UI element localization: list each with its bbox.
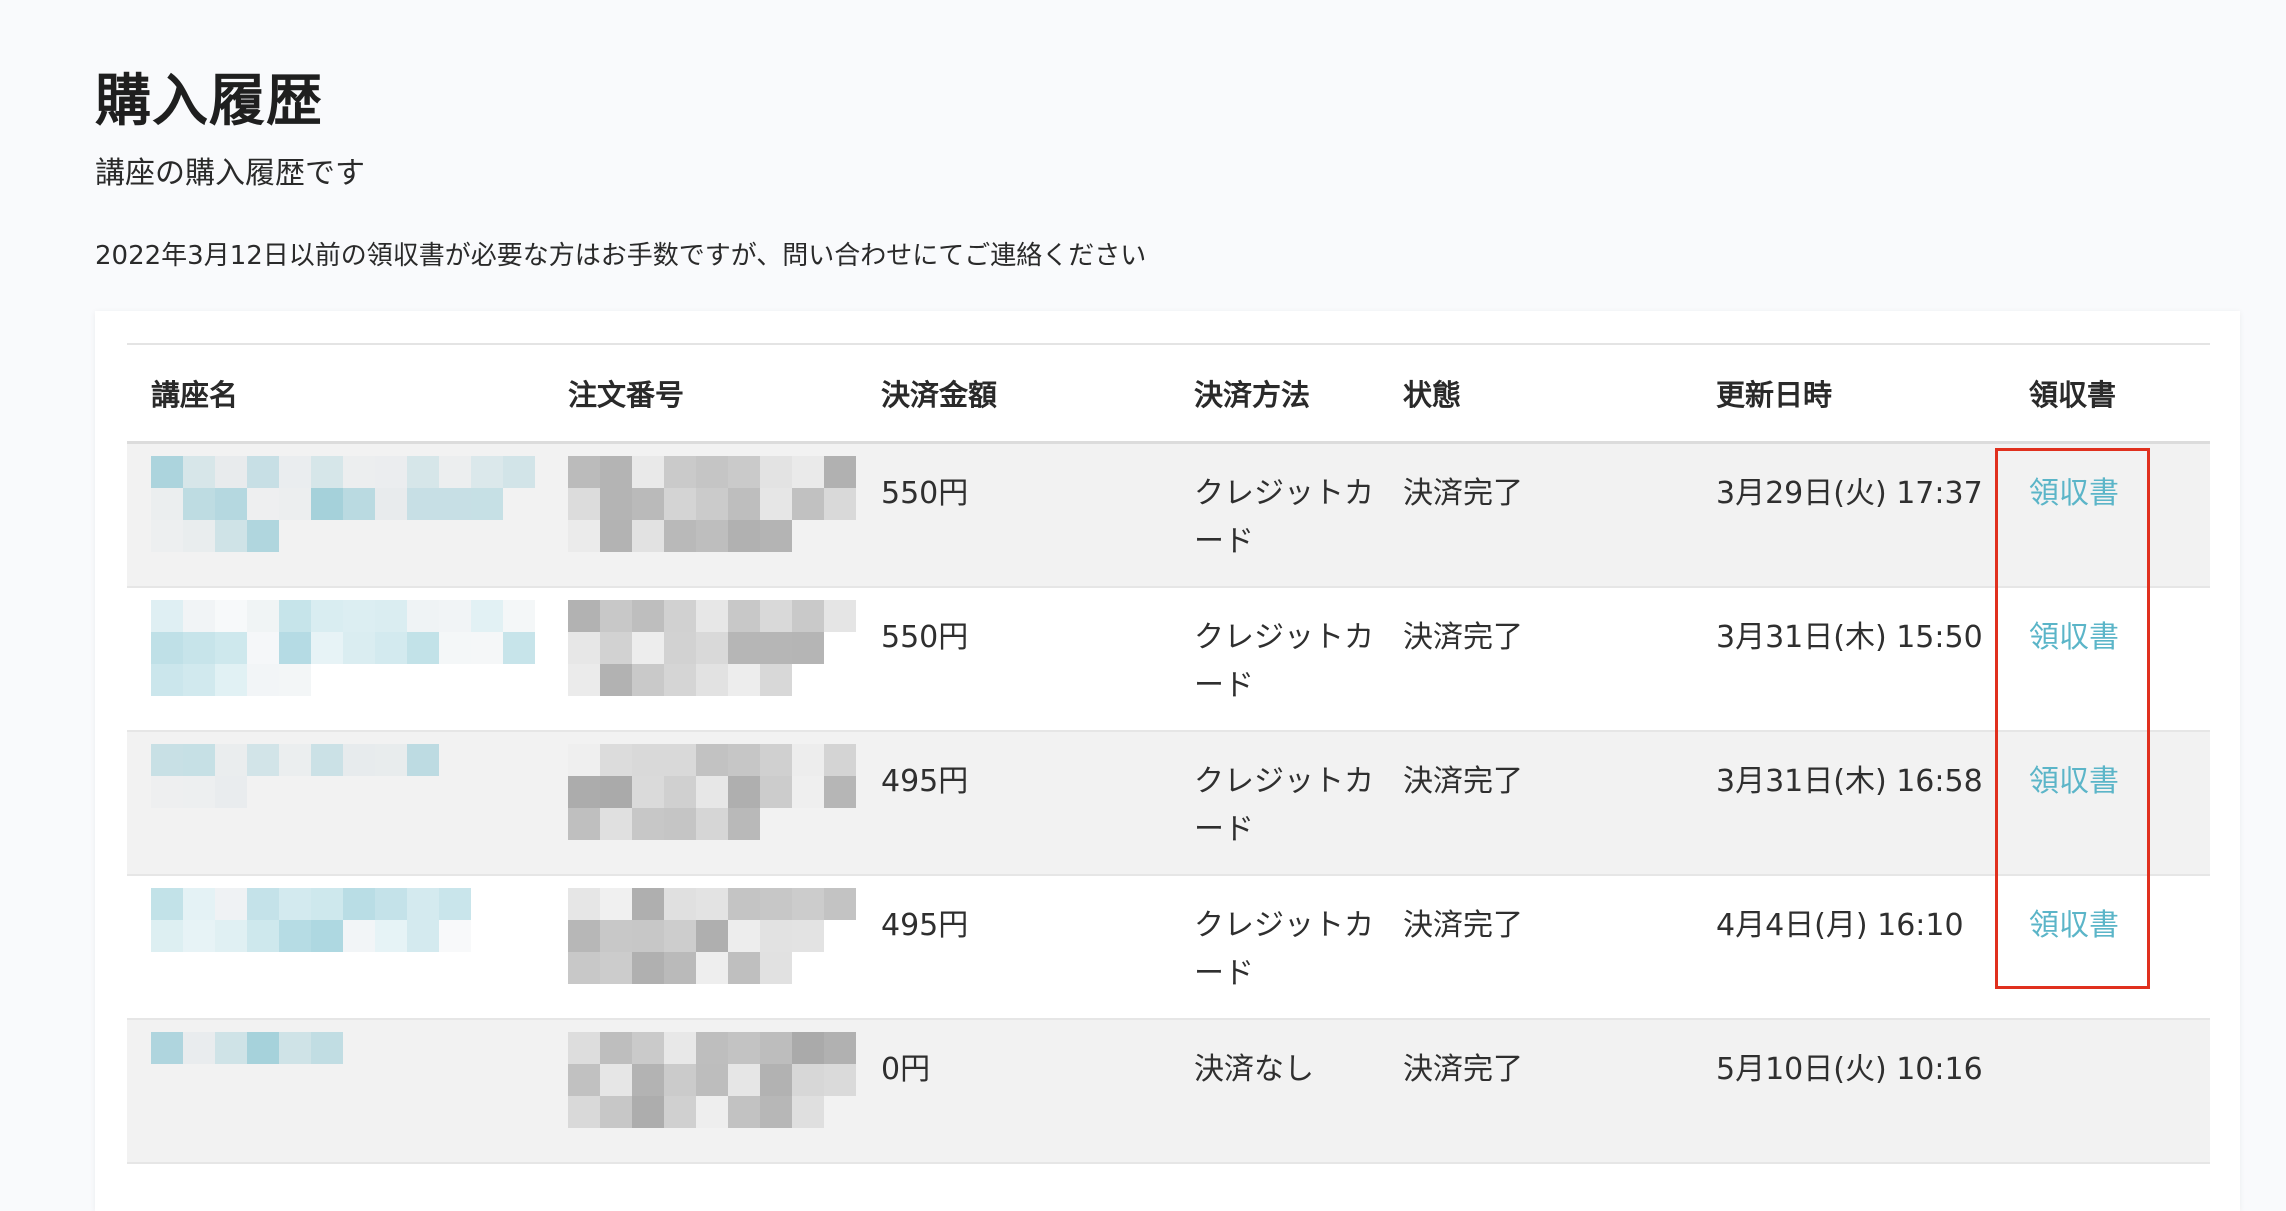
amount-cell: 0円: [857, 1018, 1170, 1164]
receipt-link[interactable]: 領収書: [2029, 476, 2119, 511]
table-row: 0円 決済なし 決済完了 5月10日(火) 10:16: [127, 1018, 2210, 1164]
course-name-cell: [127, 730, 544, 876]
updated-at-cell: 3月31日(木) 15:50: [1692, 586, 2005, 732]
column-header-updated: 更新日時: [1692, 343, 2005, 444]
payment-method-cell: クレジットカード: [1170, 874, 1379, 1020]
receipt-cell: 領収書: [2005, 442, 2210, 588]
updated-at-cell: 4月4日(月) 16:10: [1692, 874, 2005, 1020]
order-number-cell: [544, 1018, 857, 1164]
status-cell: 決済完了: [1379, 730, 1692, 876]
redacted-order-number: [568, 599, 857, 700]
redacted-course-name: [151, 599, 544, 700]
receipt-cell: 領収書: [2005, 730, 2210, 876]
page-subtitle: 講座の購入履歴です: [95, 156, 365, 191]
payment-method-cell: クレジットカード: [1170, 730, 1379, 876]
receipt-link[interactable]: 領収書: [2029, 620, 2119, 655]
table-header-row: 講座名 注文番号 決済金額 決済方法 状態 更新日時 領収書: [127, 343, 2210, 444]
redacted-course-name: [151, 743, 544, 844]
table-row: 495円 クレジットカード 決済完了 3月31日(木) 16:58 領収書: [127, 730, 2210, 876]
redacted-course-name: [151, 1031, 544, 1132]
page-title: 購入履歴: [95, 69, 323, 134]
column-header-receipt: 領収書: [2005, 343, 2210, 444]
column-header-course: 講座名: [127, 343, 544, 444]
receipt-link[interactable]: 領収書: [2029, 908, 2119, 943]
table-row: 495円 クレジットカード 決済完了 4月4日(月) 16:10 領収書: [127, 874, 2210, 1020]
receipt-cell: [2005, 1018, 2210, 1164]
table-row: 550円 クレジットカード 決済完了 3月29日(火) 17:37 領収書: [127, 442, 2210, 588]
course-name-cell: [127, 586, 544, 732]
column-header-status: 状態: [1379, 343, 1692, 444]
payment-method-cell: 決済なし: [1170, 1018, 1379, 1164]
amount-cell: 495円: [857, 730, 1170, 876]
purchase-history-table: 講座名 注文番号 決済金額 決済方法 状態 更新日時 領収書 550円 クレジッ…: [127, 343, 2210, 1164]
course-name-cell: [127, 1018, 544, 1164]
amount-cell: 495円: [857, 874, 1170, 1020]
table-row: 550円 クレジットカード 決済完了 3月31日(木) 15:50 領収書: [127, 586, 2210, 732]
redacted-order-number: [568, 1031, 857, 1132]
receipt-notice: 2022年3月12日以前の領収書が必要な方はお手数ですが、問い合わせにてご連絡く…: [95, 241, 1147, 271]
course-name-cell: [127, 874, 544, 1020]
redacted-course-name: [151, 887, 544, 988]
redacted-order-number: [568, 743, 857, 844]
redacted-order-number: [568, 456, 857, 556]
updated-at-cell: 3月29日(火) 17:37: [1692, 442, 2005, 588]
updated-at-cell: 5月10日(火) 10:16: [1692, 1018, 2005, 1164]
payment-method-cell: クレジットカード: [1170, 442, 1379, 588]
status-cell: 決済完了: [1379, 1018, 1692, 1164]
order-number-cell: [544, 730, 857, 876]
purchase-history-card: 講座名 注文番号 決済金額 決済方法 状態 更新日時 領収書 550円 クレジッ…: [95, 311, 2240, 1211]
updated-at-cell: 3月31日(木) 16:58: [1692, 730, 2005, 876]
column-header-order-number: 注文番号: [544, 343, 857, 444]
status-cell: 決済完了: [1379, 586, 1692, 732]
receipt-cell: 領収書: [2005, 586, 2210, 732]
course-name-cell: [127, 442, 544, 588]
order-number-cell: [544, 874, 857, 1020]
redacted-course-name: [151, 456, 544, 556]
amount-cell: 550円: [857, 586, 1170, 732]
receipt-link[interactable]: 領収書: [2029, 764, 2119, 799]
column-header-payment-method: 決済方法: [1170, 343, 1379, 444]
order-number-cell: [544, 442, 857, 588]
status-cell: 決済完了: [1379, 874, 1692, 1020]
status-cell: 決済完了: [1379, 442, 1692, 588]
column-header-amount: 決済金額: [857, 343, 1170, 444]
payment-method-cell: クレジットカード: [1170, 586, 1379, 732]
redacted-order-number: [568, 887, 857, 988]
order-number-cell: [544, 586, 857, 732]
amount-cell: 550円: [857, 442, 1170, 588]
receipt-cell: 領収書: [2005, 874, 2210, 1020]
